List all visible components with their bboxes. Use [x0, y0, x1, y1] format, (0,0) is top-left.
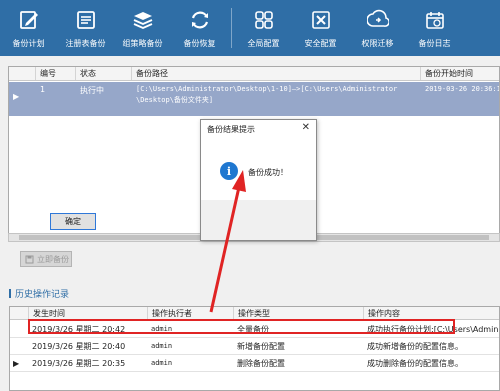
- refresh-icon: [187, 7, 213, 33]
- dialog-title: 备份结果提示: [207, 125, 255, 134]
- row-id: 1: [40, 85, 46, 94]
- backup-now-label: 立即备份: [37, 254, 69, 264]
- toolbar-registry-backup-button[interactable]: 注册表备份: [57, 0, 114, 56]
- row-selector-icon: ▶: [13, 358, 20, 368]
- row-selector-icon: [10, 321, 29, 337]
- title-accent-bar: [9, 289, 11, 298]
- header-path[interactable]: 备份路径: [132, 67, 421, 80]
- dialog-message: 备份成功！: [248, 168, 288, 177]
- dialog-footer: [201, 200, 316, 240]
- toolbar-label: 备份计划: [12, 39, 45, 48]
- ok-button[interactable]: 确定: [50, 213, 96, 230]
- registry-doc-icon: [73, 7, 99, 33]
- header-marker: [10, 307, 29, 319]
- layers-icon: [130, 7, 156, 33]
- toolbar-label: 全局配置: [247, 39, 280, 48]
- row-status: 执行中: [80, 86, 104, 95]
- header-marker: [9, 67, 36, 80]
- toolbar-policy-backup-button[interactable]: 组策略备份: [114, 0, 171, 56]
- row-type: 新增备份配置: [237, 341, 285, 351]
- toolbar-backup-restore-button[interactable]: 备份恢复: [171, 0, 228, 56]
- toolbar-backup-log-button[interactable]: 备份日志: [406, 0, 463, 56]
- toolbar-security-config-button[interactable]: 安全配置: [292, 0, 349, 56]
- header-time[interactable]: 发生时间: [29, 307, 148, 319]
- save-icon: [25, 255, 34, 263]
- table-row[interactable]: 2019/3/26 星期二 20:40 admin 新增备份配置 成功新增备份的…: [10, 338, 499, 355]
- row-time: 2019/3/26 星期二 20:35: [32, 358, 126, 368]
- close-icon[interactable]: ✕: [302, 122, 310, 133]
- row-type: 删除备份配置: [237, 358, 285, 368]
- tools-icon: [308, 7, 334, 33]
- toolbar-label: 备份日志: [418, 39, 451, 48]
- toolbar-global-config-button[interactable]: 全局配置: [235, 0, 292, 56]
- row-selector-icon: ▶: [13, 92, 20, 101]
- header-type[interactable]: 操作类型: [234, 307, 364, 319]
- migrate-icon: [365, 7, 391, 33]
- result-dialog: 备份结果提示 ✕ i 备份成功！: [200, 119, 317, 241]
- toolbar-label: 备份恢复: [183, 39, 216, 48]
- header-start-time[interactable]: 备份开始时间: [421, 67, 499, 80]
- header-content[interactable]: 操作内容: [364, 307, 499, 319]
- header-id[interactable]: 编号: [36, 67, 76, 80]
- row-content: 成功删除备份的配置信息。: [367, 358, 463, 368]
- edit-icon: [16, 7, 42, 33]
- row-time: 2019/3/26 星期二 20:40: [32, 341, 126, 351]
- row-path-line2: \Desktop\备份文件夹]: [136, 96, 214, 104]
- header-status[interactable]: 状态: [76, 67, 132, 80]
- grid-header: 编号 状态 备份路径 备份开始时间: [9, 67, 499, 81]
- toolbar-label: 组策略备份: [122, 39, 163, 48]
- toolbar-label: 注册表备份: [65, 39, 106, 48]
- grid-icon: [251, 7, 277, 33]
- row-start-time: 2019-03-26 20:36:17: [425, 85, 500, 93]
- toolbar-backup-plan-button[interactable]: 备份计划: [0, 0, 57, 56]
- toolbar-label: 安全配置: [304, 39, 337, 48]
- row-user: admin: [151, 342, 173, 350]
- history-section-title: 历史操作记录: [9, 287, 69, 300]
- backup-now-button[interactable]: 立即备份: [20, 251, 72, 267]
- history-title-text: 历史操作记录: [15, 290, 70, 300]
- toolbar-permission-migrate-button[interactable]: 权限迁移: [349, 0, 406, 56]
- header-user[interactable]: 操作执行者: [148, 307, 234, 319]
- row-path-line1: [C:\Users\Administrator\Desktop\1-10]—>[…: [136, 85, 398, 93]
- annotation-highlight-box: [28, 319, 455, 334]
- toolbar-label: 权限迁移: [361, 39, 394, 48]
- row-selector-icon: [10, 338, 29, 354]
- info-icon: i: [220, 162, 238, 180]
- main-toolbar: 备份计划 注册表备份 组策略备份 备份恢复 全局配置 安全配置 权限迁移 备份日…: [0, 0, 500, 56]
- calendar-icon: [422, 7, 448, 33]
- row-content: 成功新增备份的配置信息。: [367, 341, 463, 351]
- toolbar-divider: [231, 8, 232, 48]
- row-user: admin: [151, 359, 173, 367]
- row-path: [C:\Users\Administrator\Desktop\1-10]—>[…: [132, 82, 421, 116]
- table-row[interactable]: ▶ 2019/3/26 星期二 20:35 admin 删除备份配置 成功删除备…: [10, 355, 499, 372]
- table-row[interactable]: ▶ 1 执行中 [C:\Users\Administrator\Desktop\…: [9, 82, 499, 116]
